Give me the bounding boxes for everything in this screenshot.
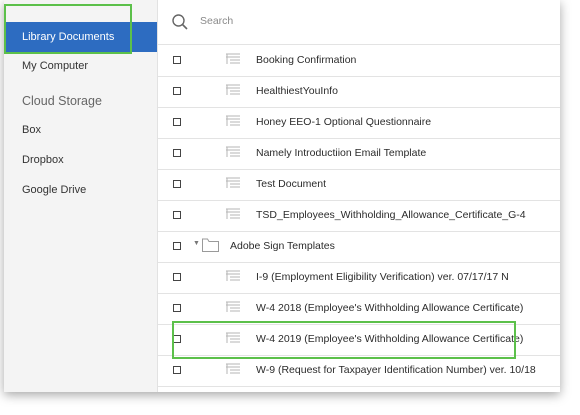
sidebar-item-label: My Computer [22, 60, 89, 72]
row-checkbox[interactable] [173, 180, 181, 188]
document-icon [226, 53, 240, 64]
sidebar-item-label: Library Documents [22, 31, 115, 43]
sidebar-item-label: Dropbox [22, 154, 64, 166]
document-icon [226, 84, 240, 95]
sidebar-item-box[interactable]: Box [4, 119, 157, 141]
sidebar-heading-label: Cloud Storage [22, 94, 102, 108]
row-checkbox[interactable] [173, 304, 181, 312]
document-icon [226, 208, 240, 219]
sidebar-item-label: Google Drive [22, 184, 87, 196]
folder-name: Adobe Sign Templates [230, 240, 335, 252]
document-name: I-9 (Employment Eligibility Verification… [256, 271, 509, 283]
document-icon [226, 270, 240, 281]
row-checkbox[interactable] [173, 211, 181, 219]
document-name: TSD_Employees_Withholding_Allowance_Cert… [256, 209, 526, 221]
sidebar-item-library-documents[interactable]: Library Documents [4, 22, 157, 52]
row-checkbox[interactable] [173, 242, 181, 250]
search-icon [172, 14, 188, 30]
row-checkbox[interactable] [173, 273, 181, 281]
document-icon [226, 115, 240, 126]
folder-icon [202, 238, 219, 252]
row-checkbox[interactable] [173, 87, 181, 95]
document-picker-window: Library Documents My Computer Cloud Stor… [4, 0, 560, 392]
folder-row[interactable]: ▼ Adobe Sign Templates [158, 231, 560, 263]
row-checkbox[interactable] [173, 149, 181, 157]
list-item[interactable]: W-9 (Request for Taxpayer Identification… [158, 355, 560, 387]
document-icon [226, 146, 240, 157]
document-name: Test Document [256, 178, 327, 190]
list-item[interactable]: Booking Confirmation [158, 45, 560, 77]
search-placeholder: Search [200, 15, 234, 27]
sidebar-item-google-drive[interactable]: Google Drive [4, 179, 157, 201]
document-list: Search Booking Confirmation HealthiestYo… [158, 0, 560, 392]
document-name: Booking Confirmation [256, 54, 357, 66]
sidebar-item-dropbox[interactable]: Dropbox [4, 149, 157, 171]
document-name: W-9 (Request for Taxpayer Identification… [256, 364, 536, 376]
document-name: W-4 2019 (Employee's Withholding Allowan… [256, 333, 524, 345]
row-checkbox[interactable] [173, 118, 181, 126]
list-item[interactable]: I-9 (Employment Eligibility Verification… [158, 262, 560, 294]
list-item[interactable]: W-4 2019 (Employee's Withholding Allowan… [158, 324, 560, 356]
document-icon [226, 177, 240, 188]
document-name: Namely Introductiion Email Template [256, 147, 427, 159]
sidebar: Library Documents My Computer Cloud Stor… [4, 0, 158, 392]
row-checkbox[interactable] [173, 56, 181, 64]
document-icon [226, 363, 240, 374]
row-checkbox[interactable] [173, 366, 181, 374]
document-icon [226, 332, 240, 343]
list-item[interactable]: TSD_Employees_Withholding_Allowance_Cert… [158, 200, 560, 232]
document-name: HealthiestYouInfo [256, 85, 338, 97]
sidebar-item-my-computer[interactable]: My Computer [4, 55, 157, 77]
list-item[interactable]: Namely Introductiion Email Template [158, 138, 560, 170]
list-item[interactable]: HealthiestYouInfo [158, 76, 560, 108]
sidebar-item-label: Box [22, 124, 41, 136]
list-item[interactable]: W-4 2018 (Employee's Withholding Allowan… [158, 293, 560, 325]
document-name: Honey EEO-1 Optional Questionnaire [256, 116, 432, 128]
row-checkbox[interactable] [173, 335, 181, 343]
document-icon [226, 301, 240, 312]
list-item[interactable]: Test Document [158, 169, 560, 201]
sidebar-heading-cloud-storage: Cloud Storage [4, 90, 157, 112]
chevron-down-icon[interactable]: ▼ [193, 240, 200, 247]
search-bar[interactable]: Search [158, 0, 560, 45]
list-item[interactable]: Honey EEO-1 Optional Questionnaire [158, 107, 560, 139]
document-name: W-4 2018 (Employee's Withholding Allowan… [256, 302, 524, 314]
